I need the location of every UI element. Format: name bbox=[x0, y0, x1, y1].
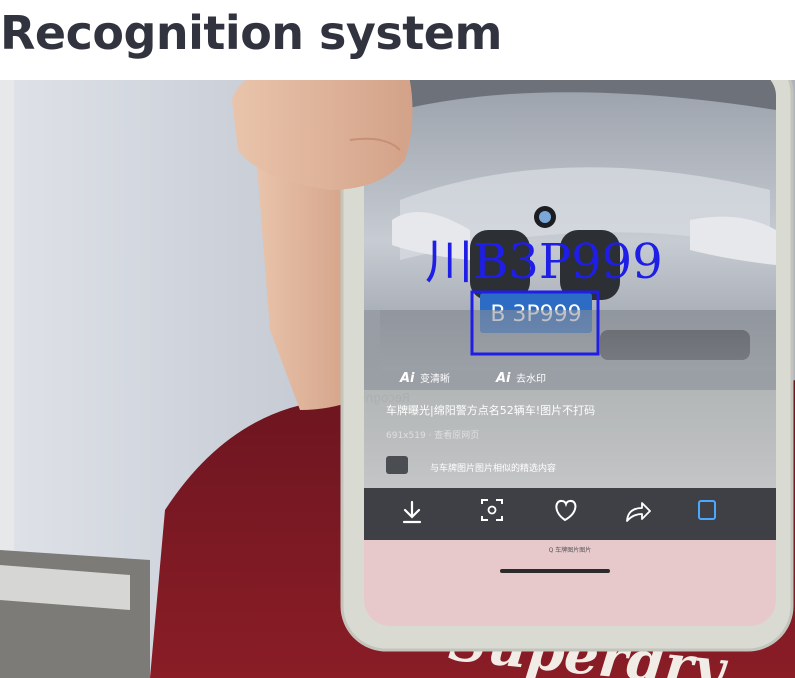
ai-label-1: Ai bbox=[399, 371, 415, 386]
search-hint[interactable]: Q 车牌图片图片 bbox=[549, 546, 592, 554]
camera-feed: Superdry B 3P999 bbox=[0, 80, 795, 678]
door-frame bbox=[0, 80, 14, 610]
ai-text-1: 变清晰 bbox=[420, 372, 450, 385]
related-text: 与车牌图片图片相似的精选内容 bbox=[430, 462, 556, 474]
ai-text-2: 去水印 bbox=[516, 373, 546, 385]
ai-label-2: Ai bbox=[495, 371, 511, 386]
caption-text: 车牌曝光|绵阳警方点名52辆车!图片不打码 bbox=[386, 403, 595, 417]
meta-text: 691x519 · 查看原网页 bbox=[386, 429, 479, 441]
home-indicator bbox=[500, 569, 610, 573]
recognized-plate-text: 川B3P999 bbox=[425, 234, 663, 290]
page-title: Recognition system bbox=[0, 6, 502, 60]
